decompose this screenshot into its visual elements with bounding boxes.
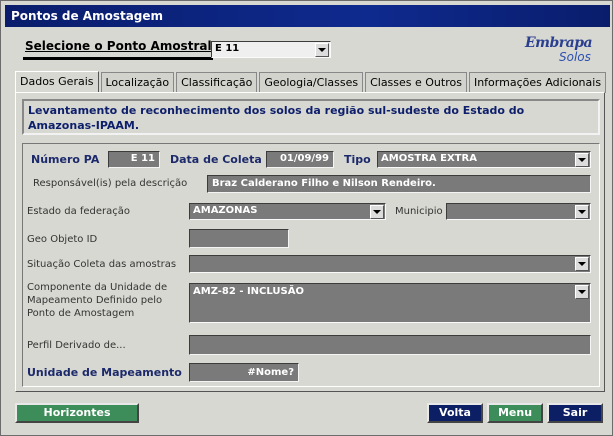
tipo-value: AMOSTRA EXTRA [381, 153, 477, 164]
data-coleta-field[interactable]: 01/09/99 [266, 151, 334, 168]
point-selector-value: E 11 [215, 43, 240, 54]
horizontes-button[interactable]: Horizontes [15, 403, 139, 423]
survey-description: Levantamento de reconhecimento dos solos… [22, 99, 600, 135]
tab-bar: Dados Gerais Localização Classificação G… [15, 71, 608, 93]
situacao-label: Situação Coleta das amostras [27, 259, 177, 270]
componente-label-line-2: Mapeamento Definido pelo [27, 295, 163, 306]
tab-classes-e-outros[interactable]: Classes e Outros [365, 72, 467, 93]
responsavel-label: Responsável(is) pela descrição [33, 178, 188, 189]
estado-value: AMAZONAS [193, 205, 258, 216]
numero-pa-label: Número PA [31, 153, 100, 166]
tab-geologia-classes[interactable]: Geologia/Classes [259, 72, 364, 93]
tab-classificacao[interactable]: Classificação [176, 72, 258, 93]
perfil-label: Perfil Derivado de... [27, 340, 126, 351]
logo-sub: Solos [559, 50, 591, 64]
logo-brand: Embrapa [525, 35, 593, 51]
tipo-dropdown[interactable]: AMOSTRA EXTRA [377, 151, 591, 168]
sair-button[interactable]: Sair [547, 403, 603, 423]
data-coleta-label: Data de Coleta [170, 153, 262, 166]
unidade-field[interactable]: #Nome? [189, 363, 299, 382]
window: Pontos de Amostagem Selecione o Ponto Am… [0, 0, 613, 436]
estado-dropdown[interactable]: AMAZONAS [189, 203, 386, 220]
componente-label-line-1: Componente da Unidade de [27, 282, 168, 293]
geo-objeto-field[interactable] [189, 229, 289, 248]
menu-button[interactable]: Menu [487, 403, 543, 423]
perfil-field[interactable] [189, 335, 591, 355]
chevron-down-icon[interactable] [575, 285, 589, 299]
unidade-label: Unidade de Mapeamento [27, 366, 182, 379]
chevron-down-icon[interactable] [575, 205, 589, 219]
chevron-down-icon[interactable] [315, 43, 329, 57]
componente-label-line-3: Ponto de Amostagem [27, 308, 135, 319]
componente-dropdown[interactable]: AMZ-82 - INCLUSÃO [189, 283, 591, 323]
tab-dados-gerais[interactable]: Dados Gerais [15, 71, 99, 93]
componente-value: AMZ-82 - INCLUSÃO [193, 286, 304, 297]
situacao-dropdown[interactable] [189, 255, 591, 273]
form-area: Número PA E 11 Data de Coleta 01/09/99 T… [22, 143, 600, 387]
geo-objeto-label: Geo Objeto ID [27, 234, 98, 245]
municipio-label: Municipio [395, 206, 443, 217]
tab-localizacao[interactable]: Localização [100, 72, 175, 93]
volta-button[interactable]: Volta [427, 403, 483, 423]
numero-pa-field[interactable]: E 11 [108, 151, 160, 168]
estado-label: Estado da federação [27, 206, 131, 217]
point-selector-label: Selecione o Ponto Amostral [25, 39, 212, 53]
window-title: Pontos de Amostagem [5, 5, 610, 27]
responsavel-field[interactable]: Braz Calderano Filho e Nilson Rendeiro. [207, 175, 591, 193]
embrapa-logo: Embrapa Solos [525, 35, 605, 65]
municipio-dropdown[interactable] [446, 203, 591, 220]
tab-panel: Levantamento de reconhecimento dos solos… [15, 92, 605, 392]
chevron-down-icon[interactable] [575, 153, 589, 167]
chevron-down-icon[interactable] [575, 257, 589, 271]
selector-underline [23, 57, 213, 60]
point-selector-row: Selecione o Ponto Amostral E 11 Embrapa … [15, 35, 605, 65]
tab-informacoes-adicionais[interactable]: Informações Adicionais [468, 72, 607, 93]
chevron-down-icon[interactable] [370, 205, 384, 219]
point-selector-dropdown[interactable]: E 11 [211, 41, 331, 58]
tipo-label: Tipo [344, 153, 371, 166]
